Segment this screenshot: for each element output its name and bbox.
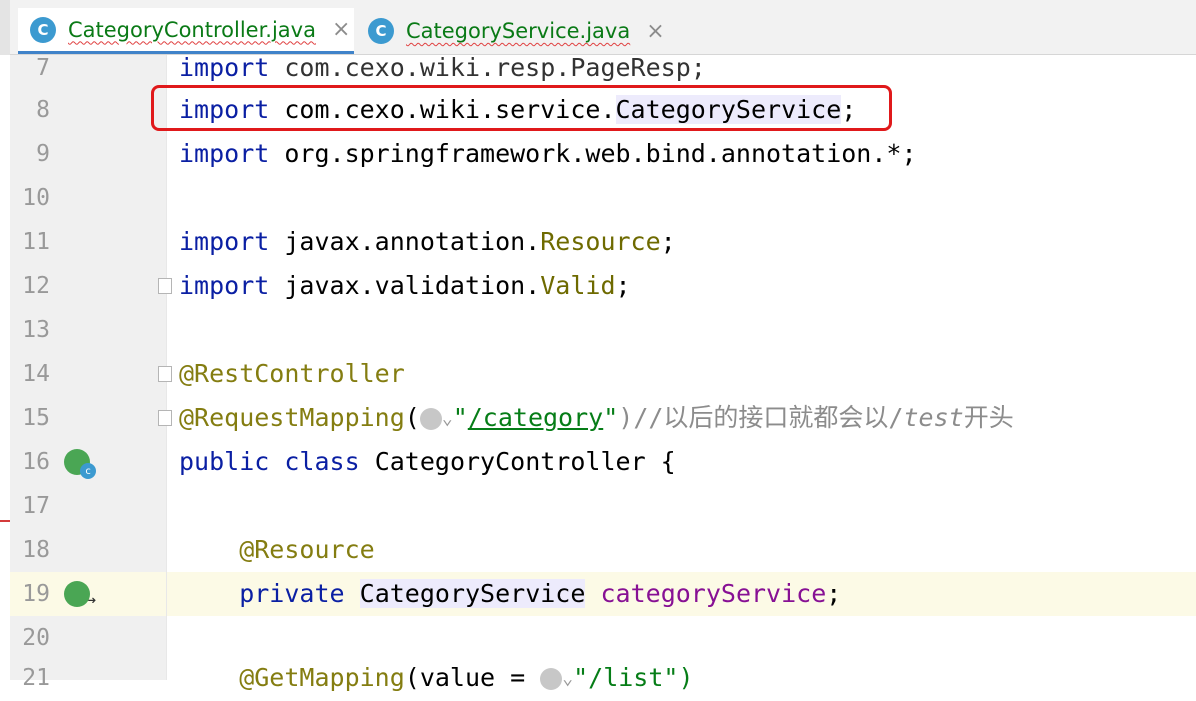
class-badge-icon: c xyxy=(80,463,96,479)
string-literal: "/list") xyxy=(573,663,694,692)
code-line-10: 10 xyxy=(0,176,1196,220)
code-line-19: 19 ➜ private CategoryService categorySer… xyxy=(0,572,1196,616)
comment: )//以后的接口就都会以/ xyxy=(618,403,904,432)
code-line-13: 13 xyxy=(0,308,1196,352)
line-number: 16 xyxy=(22,449,50,475)
semicolon: ; xyxy=(615,271,631,300)
annotation: @Resource xyxy=(179,535,375,564)
navigate-arrow-icon: ➜ xyxy=(87,593,96,609)
paren: ( xyxy=(404,403,420,432)
code-line-18: 18 @Resource xyxy=(0,528,1196,572)
url-link[interactable]: /category xyxy=(468,403,603,432)
line-number: 12 xyxy=(22,273,50,299)
class-name: Resource xyxy=(540,227,661,256)
code-line-14: 14 @RestController xyxy=(0,352,1196,396)
string-quote: " xyxy=(603,403,619,432)
annotation: @RequestMapping xyxy=(179,403,405,432)
import-path: javax.validation. xyxy=(269,271,541,300)
annotation: @RestController xyxy=(179,359,405,388)
java-class-icon: C xyxy=(30,16,56,43)
chevron-down-icon[interactable]: ⌄ xyxy=(562,668,573,689)
class-name[interactable]: CategoryService xyxy=(359,579,586,608)
import-path: javax.annotation. xyxy=(269,227,541,256)
chevron-down-icon[interactable]: ⌄ xyxy=(442,408,453,429)
line-number: 14 xyxy=(22,361,50,387)
close-icon[interactable]: × xyxy=(332,17,350,42)
line-number: 18 xyxy=(22,537,50,563)
comment-italic: test xyxy=(903,403,964,432)
code-line-12: 12 import javax.validation.Valid; xyxy=(0,264,1196,308)
spring-autowire-icon[interactable]: ➜ xyxy=(64,581,96,609)
close-icon[interactable]: × xyxy=(646,19,664,44)
highlight-box xyxy=(151,85,892,131)
keyword: private xyxy=(179,579,345,608)
globe-icon[interactable] xyxy=(419,408,442,430)
code-line-7: 7 import com.cexo.wiki.resp.PageResp; xyxy=(0,46,1196,90)
line-number: 7 xyxy=(36,55,50,81)
globe-icon[interactable] xyxy=(540,668,563,690)
code-line-16: 16 c public class CategoryController { xyxy=(0,440,1196,484)
code-line-15: 15 @RequestMapping(⌄"/category")//以后的接口就… xyxy=(0,396,1196,440)
line-number: 15 xyxy=(22,405,50,431)
tab-label: CategoryService.java xyxy=(406,19,631,43)
semicolon: ; xyxy=(826,579,842,608)
line-number: 21 xyxy=(22,665,50,691)
keyword: import xyxy=(179,139,270,168)
code-line-20: 20 xyxy=(0,616,1196,660)
keyword: class xyxy=(284,447,360,476)
line-number: 10 xyxy=(22,185,50,211)
code-line-11: 11 import javax.annotation.Resource; xyxy=(0,220,1196,264)
line-number: 9 xyxy=(36,141,50,167)
comment: 开头 xyxy=(963,403,1014,432)
line-number: 13 xyxy=(22,317,50,343)
annotation: @GetMapping xyxy=(179,663,405,692)
line-number: 19 xyxy=(22,581,50,607)
keyword: import xyxy=(179,227,270,256)
keyword: import xyxy=(179,271,270,300)
code-line-17: 17 xyxy=(0,484,1196,528)
keyword: import xyxy=(179,53,270,82)
line-number: 20 xyxy=(22,625,50,651)
semicolon: ; xyxy=(660,227,676,256)
code-line-9: 9 import org.springframework.web.bind.an… xyxy=(0,132,1196,176)
spring-bean-icon[interactable]: c xyxy=(64,449,96,479)
line-number: 11 xyxy=(22,229,50,255)
code-line-21: 21 @GetMapping(value = ⌄"/list") xyxy=(0,656,1196,700)
java-class-icon: C xyxy=(368,18,394,44)
fold-marker-icon[interactable] xyxy=(158,366,172,382)
fold-marker-icon[interactable] xyxy=(158,278,172,294)
keyword: public xyxy=(179,447,270,476)
tab-label: CategoryController.java xyxy=(68,17,316,42)
params: (value = xyxy=(404,663,541,692)
fold-marker-icon[interactable] xyxy=(158,410,172,426)
class-declaration: CategoryController { xyxy=(359,447,676,476)
string-quote: " xyxy=(452,403,468,432)
field-name[interactable]: categoryService xyxy=(600,579,826,608)
line-number: 8 xyxy=(36,97,50,123)
import-path: org.springframework.web.bind.annotation.… xyxy=(269,139,917,168)
class-name: Valid xyxy=(540,271,616,300)
line-number: 17 xyxy=(22,493,50,519)
import-path: com.cexo.wiki.resp.PageResp; xyxy=(269,53,706,82)
